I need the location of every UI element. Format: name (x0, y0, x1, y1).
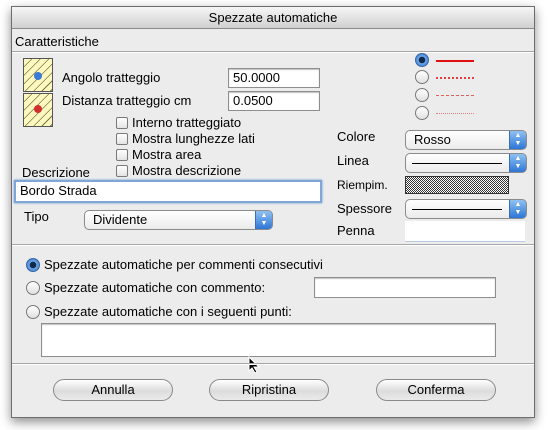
line-preview (412, 163, 502, 164)
options-divider (12, 244, 534, 246)
chevron-updown-icon: ▲ ▼ (255, 211, 272, 229)
spessore-select[interactable]: ▲ ▼ (405, 199, 527, 219)
option-radio-consecutivi[interactable] (26, 258, 40, 272)
line-style-radio-2[interactable] (415, 70, 429, 84)
tipo-select[interactable]: Dividente ▲ ▼ (84, 210, 273, 230)
description-label: Descrizione (22, 165, 90, 180)
line-style-radio-1[interactable] (415, 53, 429, 67)
line-style-dashed-red (436, 95, 474, 96)
option-radio-commento[interactable] (26, 281, 40, 295)
option-label: Spezzate automatiche per commenti consec… (44, 257, 323, 272)
angle-label: Angolo tratteggio (62, 70, 161, 85)
checkbox-label: Mostra descrizione (132, 163, 242, 178)
chevron-updown-icon: ▲ ▼ (509, 154, 526, 172)
hatch-distance-icon (23, 93, 53, 127)
dialog-window: Spezzate automatiche Caratteristiche Ang… (11, 6, 535, 418)
colore-value: Rosso (414, 132, 451, 147)
linea-select[interactable]: ▲ ▼ (405, 153, 527, 173)
hatch-angle-icon (23, 58, 53, 92)
checkbox-interno-tratteggiato[interactable] (116, 117, 128, 129)
thickness-preview (412, 209, 502, 210)
line-style-radio-4[interactable] (415, 106, 429, 120)
linea-label: Linea (337, 153, 369, 168)
checkbox-label: Mostra lunghezze lati (132, 131, 255, 146)
checkbox-mostra-descrizione[interactable] (116, 165, 128, 177)
confirm-button[interactable]: Conferma (376, 379, 496, 401)
option-label: Spezzate automatiche con commento: (44, 280, 266, 295)
tipo-label: Tipo (24, 209, 49, 224)
option-radio-punti[interactable] (26, 305, 40, 319)
section-title: Caratteristiche (15, 34, 99, 49)
option-label: Spezzate automatiche con i seguenti punt… (44, 304, 292, 319)
description-input[interactable]: Bordo Strada (14, 180, 322, 203)
distance-label: Distanza tratteggio cm (62, 93, 192, 108)
colore-label: Colore (337, 129, 376, 144)
buttons-divider (12, 363, 534, 365)
checkbox-mostra-area[interactable] (116, 149, 128, 161)
chevron-updown-icon: ▲ ▼ (509, 200, 526, 218)
riempim-label: Riempim. (337, 178, 388, 192)
window-title: Spezzate automatiche (12, 7, 534, 29)
chevron-updown-icon: ▲ ▼ (509, 131, 526, 149)
section-divider (12, 51, 534, 53)
line-style-radio-3[interactable] (415, 88, 429, 102)
line-style-dotted-red (436, 77, 474, 79)
line-style-fine-dotted-red (436, 113, 474, 114)
cancel-button[interactable]: Annulla (53, 379, 173, 401)
penna-label: Penna (337, 223, 375, 238)
punti-textarea[interactable] (41, 323, 496, 357)
spessore-label: Spessore (337, 201, 392, 216)
riempim-pattern-swatch[interactable] (405, 176, 509, 194)
checkbox-label: Mostra area (132, 147, 202, 162)
commento-input[interactable] (314, 277, 496, 298)
colore-select[interactable]: Rosso ▲ ▼ (405, 130, 527, 150)
mouse-cursor-icon (248, 356, 260, 374)
angle-input[interactable]: 50.0000 (228, 68, 320, 88)
checkbox-mostra-lunghezze[interactable] (116, 133, 128, 145)
checkbox-label: Interno tratteggiato (132, 115, 242, 130)
tipo-value: Dividente (93, 212, 148, 227)
distance-input[interactable]: 0.0500 (228, 91, 320, 111)
line-style-solid-red (436, 60, 474, 62)
penna-field[interactable] (405, 221, 525, 242)
reset-button[interactable]: Ripristina (209, 379, 329, 401)
